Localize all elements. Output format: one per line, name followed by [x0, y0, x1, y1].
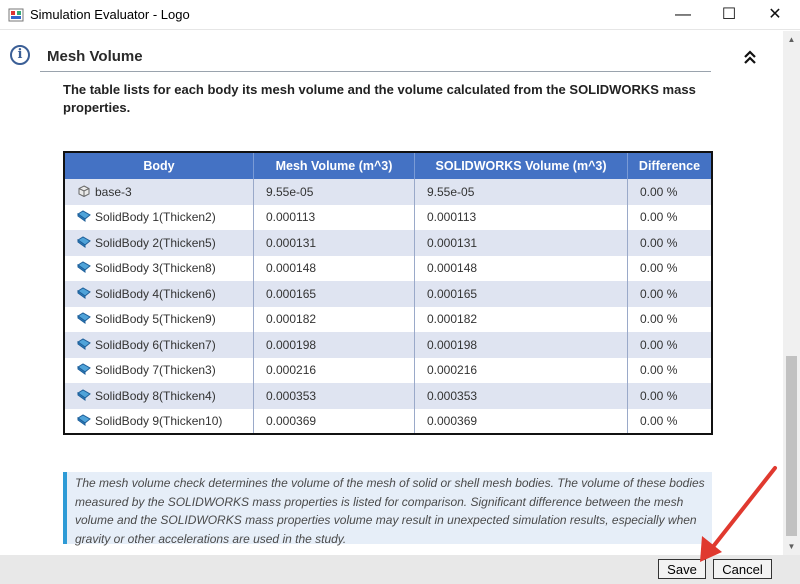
cell-difference: 0.00 %	[627, 255, 713, 281]
cell-body: SolidBody 6(Thicken7)	[64, 332, 254, 358]
part-icon	[77, 185, 95, 199]
body-name: base-3	[95, 184, 132, 199]
cell-solidworks-volume: 0.000148	[414, 255, 628, 281]
cell-mesh-volume: 0.000113	[253, 204, 415, 230]
close-button[interactable]: ✕	[752, 0, 798, 30]
cell-difference: 0.00 %	[627, 357, 713, 383]
cell-body: SolidBody 1(Thicken2)	[64, 204, 254, 230]
body-name: SolidBody 4(Thicken6)	[95, 286, 216, 301]
body-name: SolidBody 7(Thicken3)	[95, 363, 216, 378]
cell-difference: 0.00 %	[627, 281, 713, 307]
minimize-button[interactable]: —	[660, 0, 706, 30]
table-row: SolidBody 6(Thicken7) 0.000198 0.000198 0.0…	[64, 332, 713, 358]
cell-body: base-3	[64, 179, 254, 205]
section-title: Mesh Volume	[47, 48, 143, 65]
body-name: SolidBody 9(Thicken10)	[95, 413, 223, 428]
sheet-body-icon	[77, 363, 95, 377]
scroll-up-icon[interactable]: ▲	[783, 31, 800, 48]
cell-mesh-volume: 0.000165	[253, 281, 415, 307]
cell-difference: 0.00 %	[627, 383, 713, 409]
info-icon: i	[10, 45, 30, 65]
cell-difference: 0.00 %	[627, 204, 713, 230]
body-name: SolidBody 1(Thicken2)	[95, 210, 216, 225]
sheet-body-icon	[77, 389, 95, 403]
cell-solidworks-volume: 0.000182	[414, 306, 628, 332]
cell-mesh-volume: 0.000369	[253, 408, 415, 434]
app-icon	[8, 8, 24, 22]
cell-solidworks-volume: 0.000165	[414, 281, 628, 307]
cell-body: SolidBody 8(Thicken4)	[64, 383, 254, 409]
table-row: SolidBody 1(Thicken2) 0.000113 0.000113 0.0…	[64, 204, 713, 230]
title-bar: Simulation Evaluator - Logo — ☐ ✕	[0, 0, 800, 30]
scroll-thumb[interactable]	[786, 356, 797, 536]
cell-solidworks-volume: 0.000369	[414, 408, 628, 434]
table-header-row: Body Mesh Volume (m^3) SOLIDWORKS Volume…	[64, 152, 713, 179]
cell-mesh-volume: 0.000182	[253, 306, 415, 332]
table-row: SolidBody 4(Thicken6) 0.000165 0.000165 0.0…	[64, 281, 713, 307]
cell-body: SolidBody 3(Thicken8)	[64, 255, 254, 281]
table-body: base-3 9.55e-05 9.55e-05 0.00 % SolidBody 1(…	[64, 179, 713, 434]
sheet-body-icon	[77, 312, 95, 326]
cancel-button[interactable]: Cancel	[713, 559, 772, 579]
table-row: SolidBody 9(Thicken10) 0.000369 0.000369 0.…	[64, 408, 713, 434]
mesh-volume-table: Body Mesh Volume (m^3) SOLIDWORKS Volume…	[63, 151, 713, 435]
cell-mesh-volume: 0.000353	[253, 383, 415, 409]
header-body: Body	[64, 152, 254, 179]
body-name: SolidBody 6(Thicken7)	[95, 337, 216, 352]
header-difference: Difference	[627, 152, 713, 179]
scroll-down-icon[interactable]: ▼	[783, 538, 800, 555]
body-name: SolidBody 2(Thicken5)	[95, 235, 216, 250]
cell-difference: 0.00 %	[627, 306, 713, 332]
sheet-body-icon	[77, 287, 95, 301]
cell-body: SolidBody 5(Thicken9)	[64, 306, 254, 332]
cell-difference: 0.00 %	[627, 179, 713, 205]
section-divider	[40, 71, 711, 72]
cell-mesh-volume: 0.000198	[253, 332, 415, 358]
cell-body: SolidBody 4(Thicken6)	[64, 281, 254, 307]
cell-body: SolidBody 2(Thicken5)	[64, 230, 254, 256]
header-solidworks-volume: SOLIDWORKS Volume (m^3)	[414, 152, 628, 179]
table-row: SolidBody 8(Thicken4) 0.000353 0.000353 0.0…	[64, 383, 713, 409]
body-name: SolidBody 8(Thicken4)	[95, 388, 216, 403]
table-row: SolidBody 3(Thicken8) 0.000148 0.000148 0.0…	[64, 255, 713, 281]
dialog-footer: Save Cancel	[0, 555, 800, 584]
sheet-body-icon	[77, 210, 95, 224]
save-button[interactable]: Save	[658, 559, 706, 579]
maximize-button[interactable]: ☐	[706, 0, 752, 30]
cell-mesh-volume: 0.000148	[253, 255, 415, 281]
cell-difference: 0.00 %	[627, 408, 713, 434]
cell-solidworks-volume: 0.000131	[414, 230, 628, 256]
sheet-body-icon	[77, 414, 95, 428]
info-note: The mesh volume check determines the vol…	[63, 472, 712, 546]
cell-mesh-volume: 0.000131	[253, 230, 415, 256]
section-description: The table lists for each body its mesh v…	[63, 82, 696, 115]
cell-body: SolidBody 9(Thicken10)	[64, 408, 254, 434]
sheet-body-icon	[77, 338, 95, 352]
table-row: SolidBody 2(Thicken5) 0.000131 0.000131 0.0…	[64, 230, 713, 256]
cell-solidworks-volume: 0.000353	[414, 383, 628, 409]
sheet-body-icon	[77, 261, 95, 275]
header-mesh-volume: Mesh Volume (m^3)	[253, 152, 415, 179]
table-row: base-3 9.55e-05 9.55e-05 0.00 %	[64, 179, 713, 205]
cell-solidworks-volume: 0.000198	[414, 332, 628, 358]
table-row: SolidBody 7(Thicken3) 0.000216 0.000216 0.0…	[64, 357, 713, 383]
vertical-scrollbar[interactable]: ▲ ▼	[783, 31, 800, 555]
table-row: SolidBody 5(Thicken9) 0.000182 0.000182 0.0…	[64, 306, 713, 332]
body-name: SolidBody 3(Thicken8)	[95, 261, 216, 276]
cell-mesh-volume: 9.55e-05	[253, 179, 415, 205]
cell-difference: 0.00 %	[627, 332, 713, 358]
sheet-body-icon	[77, 236, 95, 250]
collapse-up-icon[interactable]	[740, 49, 760, 69]
report-content: i Mesh Volume The table lists for each b…	[0, 31, 782, 555]
cell-mesh-volume: 0.000216	[253, 357, 415, 383]
double-chevron-up-icon	[744, 50, 756, 64]
cell-solidworks-volume: 9.55e-05	[414, 179, 628, 205]
cell-difference: 0.00 %	[627, 230, 713, 256]
body-name: SolidBody 5(Thicken9)	[95, 312, 216, 327]
window-title: Simulation Evaluator - Logo	[30, 7, 190, 22]
cell-solidworks-volume: 0.000113	[414, 204, 628, 230]
cell-body: SolidBody 7(Thicken3)	[64, 357, 254, 383]
cell-solidworks-volume: 0.000216	[414, 357, 628, 383]
